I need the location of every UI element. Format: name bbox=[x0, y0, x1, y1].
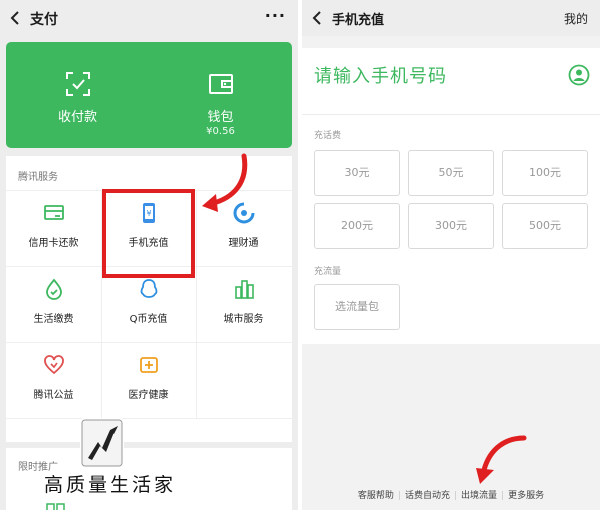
more-icon[interactable]: ··· bbox=[265, 6, 286, 25]
red-arrow-icon bbox=[476, 435, 527, 484]
amount-option[interactable]: 200元 bbox=[314, 203, 400, 249]
service-label: 城市服务 bbox=[223, 314, 264, 325]
credit-card-icon bbox=[44, 205, 64, 220]
amount-option[interactable]: 300元 bbox=[408, 203, 494, 249]
service-utility[interactable]: 生活缴费 bbox=[6, 266, 101, 342]
wallet-label: 钱包 bbox=[207, 110, 234, 125]
payment-screen: 支付 ··· 收付款 钱包 ¥0.56 腾讯服务 信用卡还款 ¥ 手机充值 理财… bbox=[0, 0, 298, 510]
grid-icon bbox=[46, 503, 65, 510]
top-bar: 支付 ··· bbox=[0, 0, 298, 36]
amount-option[interactable]: 30元 bbox=[314, 150, 400, 196]
qq-coin-icon bbox=[140, 279, 158, 298]
charity-icon bbox=[44, 355, 64, 375]
watermark-logo-icon bbox=[81, 419, 123, 467]
charge-section-label: 充话费 bbox=[314, 131, 342, 141]
service-label: 信用卡还款 bbox=[28, 238, 79, 249]
service-credit-card-repay[interactable]: 信用卡还款 bbox=[6, 190, 101, 266]
amount-option[interactable]: 100元 bbox=[502, 150, 588, 196]
back-icon[interactable] bbox=[310, 9, 326, 27]
service-label: 生活缴费 bbox=[33, 314, 74, 325]
scan-icon bbox=[66, 72, 90, 96]
services-title: 腾讯服务 bbox=[18, 172, 58, 183]
wallet-icon bbox=[209, 74, 233, 94]
pay-receive-label: 收付款 bbox=[57, 110, 97, 125]
footer: 客服帮助 | 话费自动充 | 出境流量 | 更多服务 bbox=[302, 344, 600, 510]
service-label: 理财通 bbox=[228, 238, 259, 249]
footer-link-more-services[interactable]: 更多服务 bbox=[508, 491, 544, 501]
wallet-balance: ¥0.56 bbox=[206, 126, 235, 137]
footer-link-roaming-data[interactable]: 出境流量 bbox=[461, 491, 497, 501]
phone-number-input[interactable]: 请输入手机号码 bbox=[314, 62, 447, 88]
top-bar: 手机充值 我的 bbox=[302, 0, 600, 36]
service-label: 腾讯公益 bbox=[33, 390, 74, 401]
red-arrow-icon bbox=[202, 153, 248, 212]
divider bbox=[6, 418, 292, 419]
divider bbox=[302, 114, 600, 115]
service-label: Q币充值 bbox=[129, 314, 168, 325]
footer-links: 客服帮助 | 话费自动充 | 出境流量 | 更多服务 bbox=[302, 488, 600, 501]
recharge-form: 请输入手机号码 充话费 30元 50元 100元 200元 300元 500元 … bbox=[302, 48, 600, 344]
data-package-button[interactable]: 选流量包 bbox=[314, 284, 400, 330]
service-health[interactable]: 医疗健康 bbox=[101, 342, 196, 418]
back-icon[interactable] bbox=[8, 9, 24, 27]
contact-icon[interactable] bbox=[568, 64, 590, 86]
service-label: 医疗健康 bbox=[128, 390, 169, 401]
highlight-box bbox=[102, 189, 195, 278]
amount-option[interactable]: 500元 bbox=[502, 203, 588, 249]
page-title: 支付 bbox=[30, 12, 58, 28]
data-section-label: 充流量 bbox=[314, 267, 342, 277]
health-icon bbox=[140, 357, 158, 373]
service-city[interactable]: 城市服务 bbox=[196, 266, 291, 342]
wallet-button[interactable]: 钱包 ¥0.56 bbox=[149, 42, 292, 148]
page-title: 手机充值 bbox=[332, 13, 385, 28]
city-icon bbox=[235, 280, 254, 299]
amount-option[interactable]: 50元 bbox=[408, 150, 494, 196]
wallet-card: 收付款 钱包 ¥0.56 bbox=[6, 42, 292, 148]
phone-recharge-screen: 手机充值 我的 请输入手机号码 充话费 30元 50元 100元 200元 30… bbox=[302, 0, 600, 510]
separator: | bbox=[501, 491, 505, 501]
utility-icon bbox=[46, 278, 62, 300]
service-charity[interactable]: 腾讯公益 bbox=[6, 342, 101, 418]
watermark-logo bbox=[80, 418, 124, 468]
footer-link-auto-charge[interactable]: 话费自动充 bbox=[405, 491, 450, 501]
watermark-text: 高质量生活家 bbox=[44, 474, 177, 496]
pay-receive-button[interactable]: 收付款 bbox=[6, 42, 149, 148]
mine-link[interactable]: 我的 bbox=[564, 10, 588, 27]
footer-link-help[interactable]: 客服帮助 bbox=[358, 491, 394, 501]
separator: | bbox=[453, 491, 458, 501]
separator: | bbox=[397, 491, 401, 501]
